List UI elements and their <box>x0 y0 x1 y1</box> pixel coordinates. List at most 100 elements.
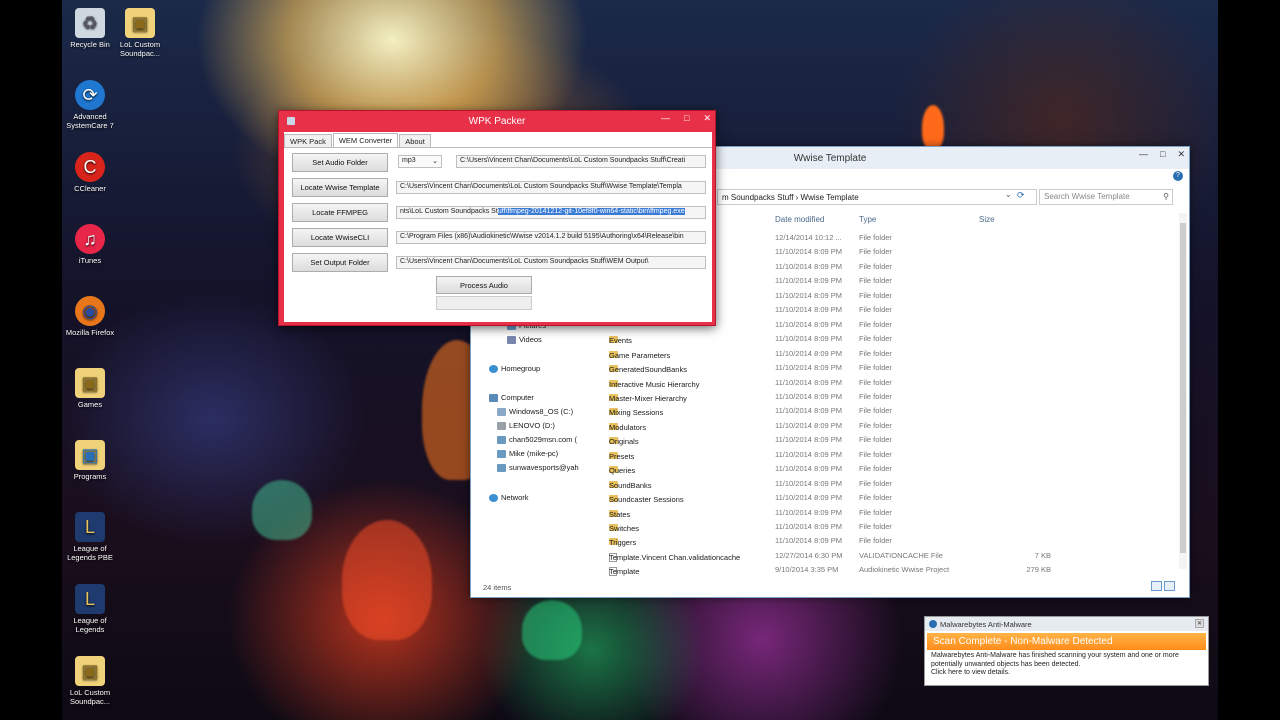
wpk-body: WPK Pack WEM Converter About Set Audio F… <box>284 132 712 322</box>
desktop-icon-lol-soundpacks[interactable]: ▣ LoL Custom Soundpac... <box>112 4 168 58</box>
file-type: File folder <box>859 464 892 474</box>
desktop-icon-lol-soundpacks-shortcut[interactable]: ▣ LoL Custom Soundpac... <box>62 652 118 706</box>
malwarebytes-notification[interactable]: Malwarebytes Anti-Malware ✕ Scan Complet… <box>924 616 1209 686</box>
status-bar: 24 items <box>471 575 1189 597</box>
help-icon[interactable]: ? <box>1173 171 1183 181</box>
audio-folder-path[interactable]: C:\Users\Vincent Chan\Documents\LoL Cust… <box>456 155 706 168</box>
set-output-folder-button[interactable]: Set Output Folder <box>292 253 388 272</box>
search-input[interactable]: Search Wwise Template ⚲ <box>1039 189 1173 205</box>
desktop-icon-league[interactable]: L League of Legends <box>62 580 118 634</box>
chevron-down-icon[interactable]: ⌄ <box>1005 190 1012 199</box>
desktop-icon-ccleaner[interactable]: C CCleaner <box>62 148 118 193</box>
desktop-icon-itunes[interactable]: ♫ iTunes <box>62 220 118 265</box>
locate-wwisecli-button[interactable]: Locate WwiseCLI <box>292 228 388 247</box>
file-row[interactable]: Modulators 11/10/2014 8:09 PM File folder <box>597 419 1175 433</box>
file-row[interactable]: Soundcaster Sessions 11/10/2014 8:09 PM Fi… <box>597 491 1175 505</box>
desktop-icon-label: Recycle Bin <box>70 40 110 49</box>
file-date: 11/10/2014 8:09 PM <box>775 522 842 531</box>
file-type: File folder <box>859 507 892 517</box>
file-row[interactable]: GeneratedSoundBanks 11/10/2014 8:09 PM Fil… <box>597 361 1175 375</box>
desktop-icon-firefox[interactable]: ◉ Mozilla Firefox <box>62 292 118 337</box>
nav-item-homegroup[interactable]: Homegroup <box>489 364 540 373</box>
file-type: File folder <box>859 247 892 257</box>
wwise-template-path[interactable]: C:\Users\Vincent Chan\Documents\LoL Cust… <box>396 181 706 194</box>
file-row[interactable]: Game Parameters 11/10/2014 8:09 PM File fo… <box>597 347 1175 361</box>
maximize-icon[interactable]: □ <box>1160 149 1165 160</box>
file-type: File folder <box>859 261 892 271</box>
file-type: File folder <box>859 290 892 300</box>
wem-converter-panel: Set Audio Folder mp3 ⌄ C:\Users\Vincent … <box>284 147 712 322</box>
file-date: 11/10/2014 8:09 PM <box>775 391 842 401</box>
set-audio-folder-button[interactable]: Set Audio Folder <box>292 153 388 172</box>
nav-item-network-share-2[interactable]: Mike (mike-pc) <box>497 449 558 458</box>
minimize-icon[interactable]: — <box>661 113 670 124</box>
tab-wpk-pack[interactable]: WPK Pack <box>284 134 332 147</box>
desktop-icon-programs[interactable]: ▣ Programs <box>62 436 118 481</box>
nav-item-computer[interactable]: Computer <box>489 393 534 402</box>
maximize-icon[interactable]: □ <box>684 113 689 124</box>
file-row[interactable]: SoundBanks 11/10/2014 8:09 PM File folder <box>597 477 1175 491</box>
wpk-title-bar[interactable]: WPK Packer — □ ✕ <box>279 111 715 131</box>
desktop-icon-recycle-bin[interactable]: ♻ Recycle Bin <box>62 4 118 49</box>
file-type: File folder <box>859 420 892 430</box>
large-icons-view-icon[interactable] <box>1164 581 1175 591</box>
app-icon <box>287 117 295 125</box>
file-name-text: Game Parameters <box>609 350 671 360</box>
file-row[interactable]: Interactive Music Hierarchy 11/10/2014 8:… <box>597 376 1175 390</box>
file-row[interactable]: Originals 11/10/2014 8:09 PM File folder <box>597 433 1175 447</box>
locate-ffmpeg-button[interactable]: Locate FFMPEG <box>292 203 388 222</box>
tab-wem-converter[interactable]: WEM Converter <box>332 133 399 148</box>
desktop-icon-league-pbe[interactable]: L League of Legends PBE <box>62 508 118 562</box>
format-select[interactable]: mp3 ⌄ <box>398 155 442 168</box>
ffmpeg-path[interactable]: nts\LoL Custom Soundpacks Stuff\ffmpeg-2… <box>396 206 706 219</box>
file-row[interactable]: Master-Mixer Hierarchy 11/10/2014 8:09 PM… <box>597 390 1175 404</box>
nav-item-network-share-1[interactable]: chan5029msn.com ( <box>497 435 577 444</box>
nav-item-network-share-3[interactable]: sunwavesports@yah <box>497 463 579 472</box>
scrollbar-thumb[interactable] <box>1180 223 1186 553</box>
nav-item-label: Network <box>501 493 529 502</box>
nav-item-label: Homegroup <box>501 364 541 373</box>
file-row[interactable]: Triggers 11/10/2014 8:09 PM File folder <box>597 534 1175 548</box>
file-name-text: States <box>609 509 631 519</box>
column-date[interactable]: Date modified <box>775 215 824 224</box>
column-type[interactable]: Type <box>859 215 876 224</box>
folder-icon: ▣ <box>75 656 105 686</box>
file-row[interactable]: Queries 11/10/2014 8:09 PM File folder <box>597 462 1175 476</box>
desktop-icon-advanced-systemcare[interactable]: ⟳ Advanced SystemCare 7 <box>62 76 118 130</box>
file-date: 11/10/2014 8:09 PM <box>775 435 842 445</box>
wwisecli-path[interactable]: C:\Program Files (x86)\Audiokinetic\Wwis… <box>396 231 706 244</box>
nav-item-videos[interactable]: Videos <box>507 335 542 344</box>
desktop-icon-label: iTunes <box>78 256 102 265</box>
file-name-text: Modulators <box>609 422 647 432</box>
file-name-text: SoundBanks <box>609 480 652 490</box>
file-row[interactable]: States 11/10/2014 8:09 PM File folder <box>597 506 1175 520</box>
close-icon[interactable]: ✕ <box>1195 619 1204 628</box>
file-row[interactable]: Events 11/10/2014 8:09 PM File folder <box>597 332 1175 346</box>
close-icon[interactable]: ✕ <box>1177 149 1185 160</box>
column-size[interactable]: Size <box>979 215 995 224</box>
details-view-icon[interactable] <box>1151 581 1162 591</box>
nav-item-drive-d[interactable]: LENOVO (D:) <box>497 421 555 430</box>
desktop-icon-label: Games <box>77 400 103 409</box>
output-folder-path[interactable]: C:\Users\Vincent Chan\Documents\LoL Cust… <box>396 256 706 269</box>
close-icon[interactable]: ✕ <box>703 113 711 124</box>
file-row[interactable]: Template.Vincent Chan.validationcache 12/… <box>597 549 1175 563</box>
address-bar[interactable]: m Soundpacks Stuff › Wwise Template <box>717 189 1037 205</box>
tab-strip: WPK Pack WEM Converter About <box>284 133 432 148</box>
folder-icon: ▣ <box>75 368 105 398</box>
vertical-scrollbar[interactable] <box>1179 213 1187 569</box>
refresh-icon[interactable]: ⟳ <box>1017 190 1025 201</box>
file-row[interactable]: Mixing Sessions 11/10/2014 8:09 PM File fo… <box>597 404 1175 418</box>
nav-item-network[interactable]: Network <box>489 493 529 502</box>
process-audio-button[interactable]: Process Audio <box>436 276 532 294</box>
notification-details-link[interactable]: Click here to view details. <box>931 669 1202 678</box>
nav-item-drive-c[interactable]: Windows8_OS (C:) <box>497 407 573 416</box>
locate-wwise-template-button[interactable]: Locate Wwise Template <box>292 178 388 197</box>
file-row[interactable]: Switches 11/10/2014 8:09 PM File folder <box>597 520 1175 534</box>
tab-about[interactable]: About <box>399 134 431 147</box>
desktop-icon-games[interactable]: ▣ Games <box>62 364 118 409</box>
minimize-icon[interactable]: — <box>1139 149 1148 160</box>
file-date: 11/10/2014 8:09 PM <box>775 406 842 416</box>
file-date: 11/10/2014 8:09 PM <box>775 493 842 503</box>
file-row[interactable]: Presets 11/10/2014 8:09 PM File folder <box>597 448 1175 462</box>
